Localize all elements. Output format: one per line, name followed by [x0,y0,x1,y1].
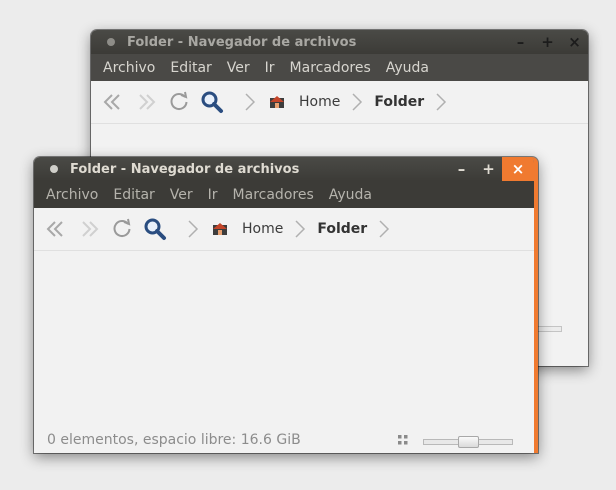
grid-view-icon[interactable] [398,435,408,445]
maximize-button[interactable]: + [534,30,561,54]
toolbar: Home Folder [34,208,534,251]
window-menu-icon[interactable] [50,165,58,173]
breadcrumb-current[interactable]: Folder [374,94,424,110]
close-button[interactable]: × [502,157,534,181]
menu-ayuda[interactable]: Ayuda [323,187,378,203]
search-icon[interactable] [200,90,224,114]
breadcrumb-home[interactable]: Home [210,221,283,237]
menu-ayuda[interactable]: Ayuda [380,60,435,76]
close-button[interactable]: × [561,30,588,54]
menu-ir[interactable]: Ir [202,187,224,203]
status-text: 0 elementos, espacio libre: 16.6 GiB [47,432,301,448]
menu-ver[interactable]: Ver [221,60,256,76]
menu-archivo[interactable]: Archivo [97,60,161,76]
menu-marcadores[interactable]: Marcadores [227,187,320,203]
home-folder-icon [270,96,284,108]
chevron-right-icon [245,93,256,111]
titlebar[interactable]: Folder - Navegador de archivos – + × [91,30,588,54]
toolbar: Home Folder [91,81,588,124]
back-arrow-icon[interactable] [44,217,68,241]
window-title: Folder - Navegador de archivos [127,34,357,50]
front-window[interactable]: Folder - Navegador de archivos – + × Arc… [34,157,538,453]
reload-icon[interactable] [110,217,134,241]
zoom-slider[interactable] [536,326,562,332]
menu-ver[interactable]: Ver [164,187,199,203]
window-title: Folder - Navegador de archivos [70,161,300,177]
zoom-slider[interactable] [423,436,513,448]
back-arrow-icon[interactable] [101,90,125,114]
maximize-button[interactable]: + [475,157,502,181]
minimize-button[interactable]: – [448,157,475,181]
file-view[interactable]: 0 elementos, espacio libre: 16.6 GiB [34,251,534,453]
home-folder-icon [213,223,227,235]
chevron-right-icon [379,220,390,238]
menubar: Archivo Editar Ver Ir Marcadores Ayuda [34,181,534,208]
menu-archivo[interactable]: Archivo [40,187,104,203]
search-icon[interactable] [143,217,167,241]
menubar: Archivo Editar Ver Ir Marcadores Ayuda [91,54,588,81]
menu-editar[interactable]: Editar [164,60,217,76]
chevron-right-icon [188,220,199,238]
menu-ir[interactable]: Ir [259,60,281,76]
breadcrumb-home[interactable]: Home [267,94,340,110]
breadcrumb-current[interactable]: Folder [317,221,367,237]
statusbar: 0 elementos, espacio libre: 16.6 GiB [34,427,534,453]
menu-marcadores[interactable]: Marcadores [284,60,377,76]
chevron-right-icon [352,93,363,111]
zoom-slider-handle[interactable] [458,436,479,448]
chevron-right-icon [295,220,306,238]
forward-arrow-icon[interactable] [134,90,158,114]
titlebar[interactable]: Folder - Navegador de archivos – + × [34,157,534,181]
minimize-button[interactable]: – [507,30,534,54]
reload-icon[interactable] [167,90,191,114]
window-menu-icon[interactable] [107,38,115,46]
chevron-right-icon [436,93,447,111]
breadcrumb-home-label: Home [299,94,341,110]
forward-arrow-icon[interactable] [77,217,101,241]
menu-editar[interactable]: Editar [107,187,160,203]
breadcrumb-home-label: Home [242,221,284,237]
